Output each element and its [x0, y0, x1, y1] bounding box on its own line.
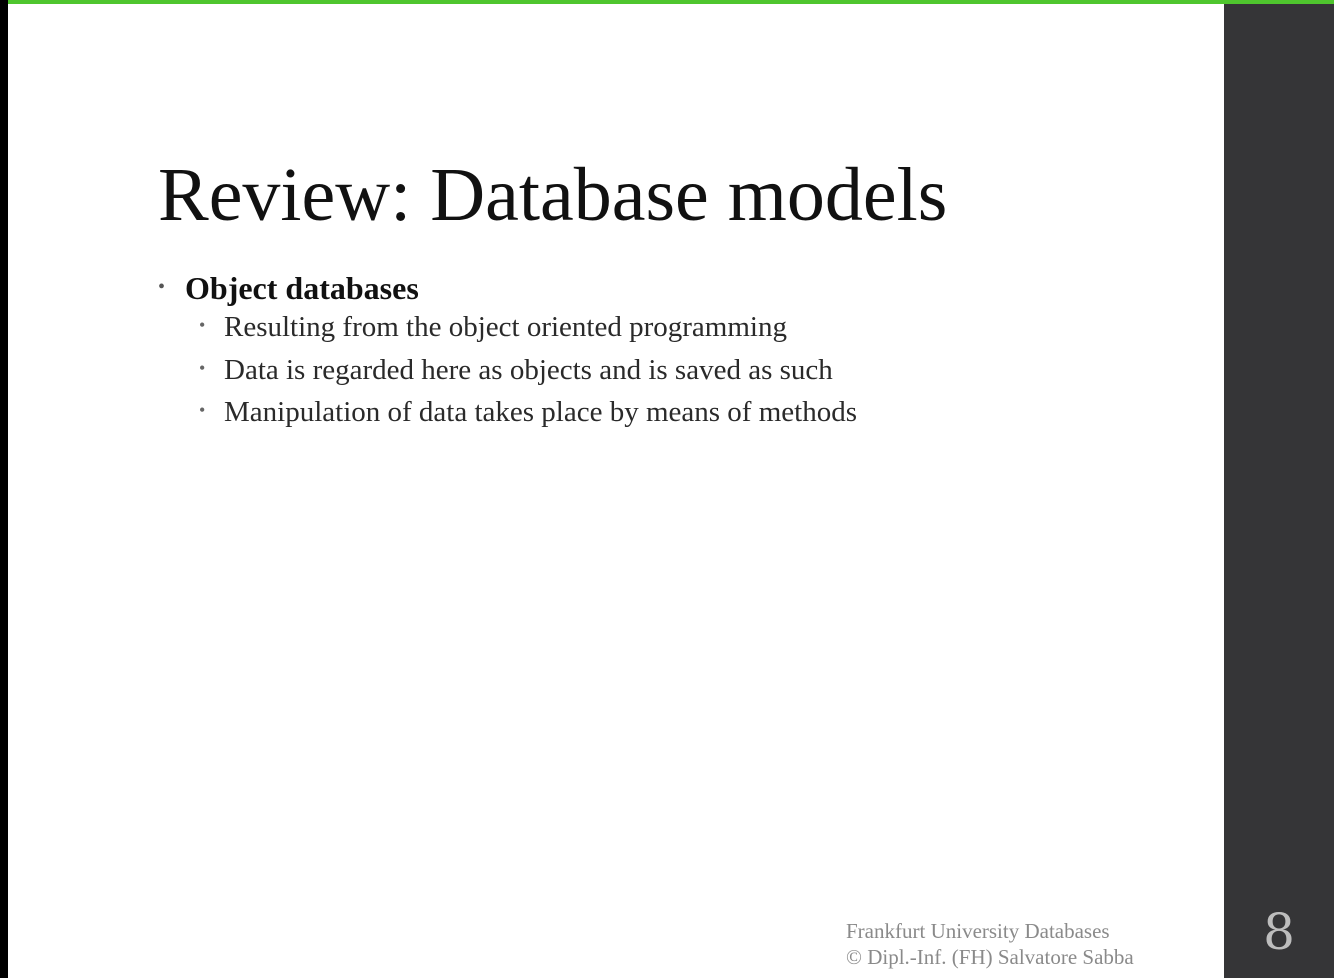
sub-bullet-marker: •	[199, 400, 206, 420]
sub-bullet-label: Manipulation of data takes place by mean…	[224, 396, 857, 428]
sub-bullet-label: Resulting from the object oriented progr…	[224, 311, 787, 343]
slide-number: 8	[1263, 903, 1295, 961]
bullet-marker: •	[158, 276, 166, 298]
sub-bullet-label: Data is regarded here as objects and is …	[224, 353, 833, 386]
sub-bullet-marker: •	[199, 357, 206, 378]
presentation-frame: Review: Database models • Object databas…	[0, 0, 1334, 978]
bullet-label: Object databases	[185, 270, 419, 306]
sub-bullet-marker: •	[199, 315, 206, 335]
slide-footer: Frankfurt University Databases © Dipl.-I…	[846, 918, 1134, 970]
slide: Review: Database models • Object databas…	[8, 0, 1334, 978]
footer-copyright: © Dipl.-Inf. (FH) Salvatore Sabba	[846, 945, 1134, 969]
footer-course: Frankfurt University Databases	[846, 919, 1110, 943]
side-panel: 8	[1224, 4, 1334, 978]
accent-bar	[8, 0, 1334, 4]
slide-title: Review: Database models	[158, 153, 948, 237]
